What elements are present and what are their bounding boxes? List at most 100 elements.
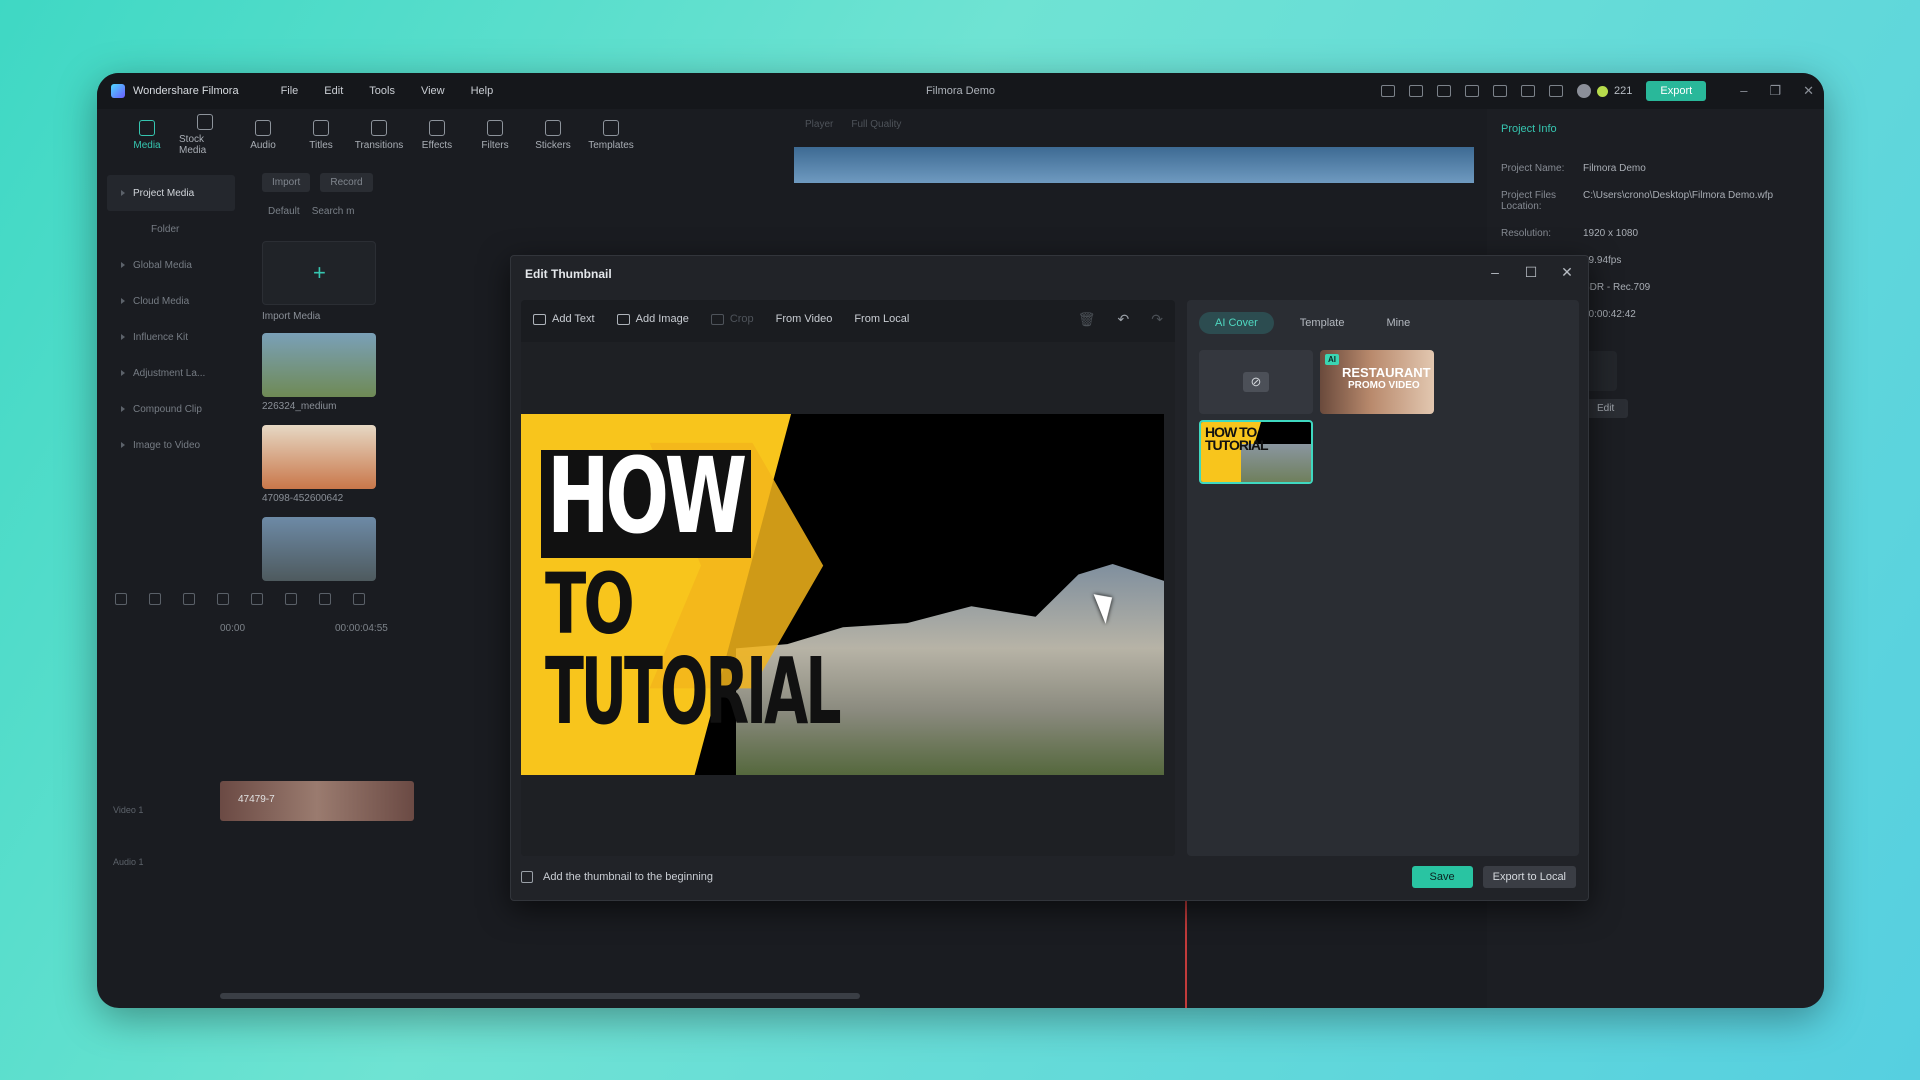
how-to-cover-tile[interactable]: HOW TO TUTORIAL xyxy=(1199,420,1313,484)
button-label: Add Text xyxy=(552,313,595,325)
tab-label: Audio xyxy=(250,139,276,151)
zoom-icon[interactable] xyxy=(353,593,365,605)
tab-mine[interactable]: Mine xyxy=(1370,312,1426,334)
ai-badge: AI xyxy=(1325,354,1339,365)
avatar[interactable] xyxy=(1577,84,1592,98)
tab-media[interactable]: Media xyxy=(121,109,173,161)
apps-icon[interactable] xyxy=(1549,85,1564,97)
close-icon[interactable]: ✕ xyxy=(1803,83,1814,99)
tab-effects[interactable]: Effects xyxy=(411,109,463,161)
minimize-icon[interactable]: – xyxy=(1488,264,1502,281)
grid-icon[interactable] xyxy=(115,593,127,605)
clip-name: 226324_medium xyxy=(262,401,337,412)
media-clip[interactable] xyxy=(262,425,376,489)
tab-audio[interactable]: Audio xyxy=(237,109,289,161)
save-button[interactable]: Save xyxy=(1411,866,1473,888)
button-label: Add Image xyxy=(635,313,689,325)
sidebar-item-image-to-video[interactable]: Image to Video xyxy=(107,427,235,463)
sidebar-item-compound-clip[interactable]: Compound Clip xyxy=(107,391,235,427)
cover-options-panel: AI Cover Template Mine ⊘ AI RESTAURANT P… xyxy=(1187,300,1579,856)
tab-label: Transitions xyxy=(354,139,404,151)
restaurant-subtitle: PROMO VIDEO xyxy=(1348,380,1420,391)
media-clip[interactable] xyxy=(262,517,376,581)
add-thumbnail-checkbox[interactable] xyxy=(521,871,533,883)
from-local-button[interactable]: From Local xyxy=(854,313,909,325)
redo-icon[interactable]: ↷ xyxy=(1151,311,1163,328)
import-media-tile[interactable]: + xyxy=(262,241,376,305)
cover-line-to[interactable]: TO xyxy=(545,562,635,646)
plus-icon: + xyxy=(313,260,326,285)
caret-icon xyxy=(121,262,125,268)
support-icon[interactable] xyxy=(1521,85,1536,97)
no-cover-tile[interactable]: ⊘ xyxy=(1199,350,1313,414)
monitor-icon[interactable] xyxy=(1437,85,1452,97)
add-image-button[interactable]: Add Image xyxy=(616,313,689,325)
import-button[interactable]: Import xyxy=(262,173,311,192)
menu-edit[interactable]: Edit xyxy=(324,85,343,97)
select-icon[interactable] xyxy=(149,593,161,605)
from-video-button[interactable]: From Video xyxy=(776,313,833,325)
tab-ai-cover[interactable]: AI Cover xyxy=(1199,312,1274,334)
caret-icon xyxy=(121,334,125,340)
export-button[interactable]: Export xyxy=(1646,81,1707,101)
credit-count: 221 xyxy=(1614,85,1633,97)
tab-label: Titles xyxy=(309,139,333,151)
video-clip[interactable]: 47479-7 xyxy=(220,781,414,821)
cut-icon[interactable] xyxy=(285,593,297,605)
titlebar-actions: 221 Export – ❐ ✕ xyxy=(1381,73,1814,109)
tab-stock-media[interactable]: Stock Media xyxy=(179,109,231,161)
maximize-icon[interactable]: ☐ xyxy=(1524,264,1538,281)
tab-stickers[interactable]: Stickers xyxy=(527,109,579,161)
clip-label: 47479-7 xyxy=(238,794,275,805)
menu-view[interactable]: View xyxy=(421,85,445,97)
export-to-local-button[interactable]: Export to Local xyxy=(1482,866,1576,888)
sort-dropdown[interactable]: Default xyxy=(268,206,300,217)
media-clip[interactable] xyxy=(262,333,376,397)
edit-thumbnail-button[interactable]: Edit xyxy=(1583,399,1629,418)
cloud-icon[interactable] xyxy=(1493,85,1508,97)
sidebar-item-folder[interactable]: Folder xyxy=(107,211,235,247)
tab-templates[interactable]: Templates xyxy=(585,109,637,161)
search-input[interactable]: Search m xyxy=(312,206,355,217)
menu-file[interactable]: File xyxy=(281,85,299,97)
info-key: Project Files Location: xyxy=(1501,190,1557,212)
trash-icon[interactable]: 🗑 xyxy=(1078,311,1096,328)
send-icon[interactable] xyxy=(1381,85,1396,97)
restaurant-cover-tile[interactable]: AI RESTAURANT PROMO VIDEO xyxy=(1320,350,1434,414)
restore-icon[interactable]: ❐ xyxy=(1769,83,1781,99)
thumbnail-cover[interactable]: HOW TO TUTORIAL xyxy=(521,414,1164,775)
quality-dropdown[interactable]: Full Quality xyxy=(851,119,901,130)
editor-canvas[interactable]: HOW TO TUTORIAL xyxy=(521,342,1175,856)
tab-filters[interactable]: Filters xyxy=(469,109,521,161)
record-button[interactable]: Record xyxy=(320,173,373,192)
sidebar-label: Compound Clip xyxy=(133,403,202,415)
credits[interactable]: 221 xyxy=(1577,84,1632,98)
info-value: 00:00:42:42 xyxy=(1583,309,1636,320)
tab-template[interactable]: Template xyxy=(1284,312,1361,334)
cover-line-how[interactable]: HOW xyxy=(547,444,747,548)
sidebar-item-adjustment-layer[interactable]: Adjustment La... xyxy=(107,355,235,391)
sidebar-item-project-media[interactable]: Project Media xyxy=(107,175,235,211)
undo-icon[interactable] xyxy=(183,593,195,605)
add-text-button[interactable]: Add Text xyxy=(533,313,595,325)
sidebar-item-influence-kit[interactable]: Influence Kit xyxy=(107,319,235,355)
undo-icon[interactable]: ↶ xyxy=(1118,311,1130,328)
menu-help[interactable]: Help xyxy=(471,85,494,97)
project-info-title: Project Info xyxy=(1501,123,1557,135)
minimize-icon[interactable]: – xyxy=(1740,83,1747,99)
crop-button[interactable]: Crop xyxy=(710,313,754,325)
menu-tools[interactable]: Tools xyxy=(369,85,395,97)
close-icon[interactable]: ✕ xyxy=(1560,264,1574,281)
redo-icon[interactable] xyxy=(217,593,229,605)
caret-icon xyxy=(121,190,125,196)
layout-icon[interactable] xyxy=(1409,85,1424,97)
sidebar-item-global-media[interactable]: Global Media xyxy=(107,247,235,283)
save-icon[interactable] xyxy=(1465,85,1480,97)
cover-line-tutorial[interactable]: TUTORIAL xyxy=(545,646,842,738)
tab-titles[interactable]: Titles xyxy=(295,109,347,161)
sidebar-item-cloud-media[interactable]: Cloud Media xyxy=(107,283,235,319)
delete-icon[interactable] xyxy=(251,593,263,605)
timeline-scrollbar[interactable] xyxy=(220,993,860,999)
tab-transitions[interactable]: Transitions xyxy=(353,109,405,161)
crop-icon[interactable] xyxy=(319,593,331,605)
